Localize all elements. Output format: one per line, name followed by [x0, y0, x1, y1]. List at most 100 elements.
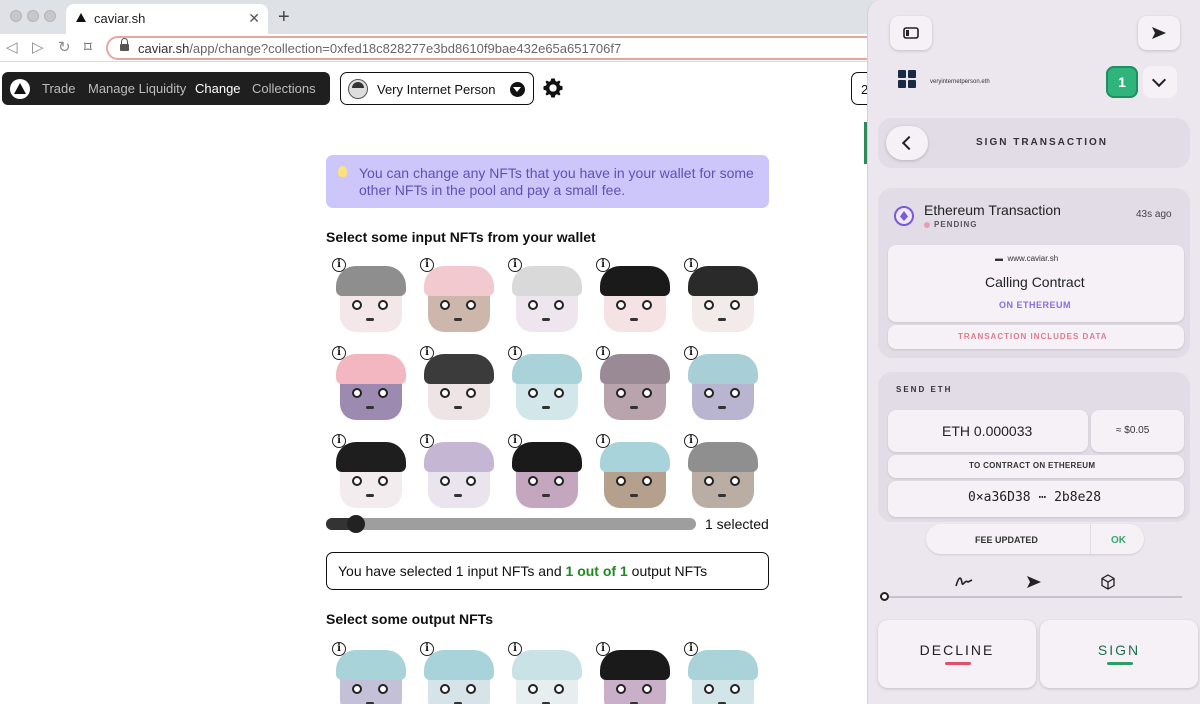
gear-icon[interactable]: [542, 77, 564, 99]
selection-text: You have selected 1 input NFTs and 1 out…: [338, 563, 708, 579]
collection-avatar: [348, 79, 368, 99]
window-close-button[interactable]: [10, 10, 22, 22]
info-icon[interactable]: i: [420, 346, 434, 360]
nft-eye: [730, 684, 740, 694]
output-nft-card[interactable]: i: [508, 642, 584, 704]
input-nft-card[interactable]: i: [508, 434, 584, 514]
input-nft-card[interactable]: i: [420, 434, 496, 514]
info-icon[interactable]: i: [684, 258, 698, 272]
info-icon[interactable]: i: [420, 642, 434, 656]
nft-eye: [554, 300, 564, 310]
sidebar-toggle-button[interactable]: [890, 16, 932, 50]
back-icon[interactable]: ◁: [6, 38, 18, 56]
tx-time: 43s ago: [1136, 209, 1172, 220]
fee-ok-button[interactable]: OK: [1111, 535, 1126, 546]
caviar-logo-icon[interactable]: [10, 79, 30, 99]
nft-mouth: [454, 406, 462, 409]
nft-hair: [512, 354, 582, 384]
output-nft-card[interactable]: i: [420, 642, 496, 704]
info-icon[interactable]: i: [508, 434, 522, 448]
info-icon[interactable]: i: [420, 434, 434, 448]
nav-link-collections[interactable]: Collections: [252, 81, 316, 96]
input-nft-card[interactable]: i: [684, 258, 760, 338]
input-nft-card[interactable]: i: [508, 346, 584, 426]
url-field[interactable]: caviar.sh/app/change?collection=0xfed18c…: [106, 36, 966, 60]
nft-eye: [730, 388, 740, 398]
sign-header-title: SIGN TRANSACTION: [976, 137, 1108, 148]
window-zoom-button[interactable]: [44, 10, 56, 22]
input-nft-card[interactable]: i: [332, 434, 408, 514]
input-nft-card[interactable]: i: [420, 346, 496, 426]
account-name[interactable]: veryinternetperson.eth: [930, 79, 990, 85]
forward-icon[interactable]: ▷: [32, 38, 44, 56]
nft-eye: [352, 684, 362, 694]
info-icon[interactable]: i: [596, 258, 610, 272]
info-icon[interactable]: i: [684, 346, 698, 360]
info-icon[interactable]: i: [332, 642, 346, 656]
info-icon[interactable]: i: [508, 258, 522, 272]
account-dropdown[interactable]: [1143, 66, 1177, 98]
new-tab-icon[interactable]: +: [278, 6, 290, 29]
info-icon[interactable]: i: [332, 258, 346, 272]
output-nft-card[interactable]: i: [596, 642, 672, 704]
nft-eye: [642, 476, 652, 486]
nft-eye: [616, 388, 626, 398]
info-icon[interactable]: i: [596, 642, 610, 656]
info-icon[interactable]: i: [420, 258, 434, 272]
input-nft-card[interactable]: i: [332, 346, 408, 426]
output-nft-card[interactable]: i: [332, 642, 408, 704]
input-nft-card[interactable]: i: [596, 258, 672, 338]
nft-hair: [336, 266, 406, 296]
nft-eye: [440, 300, 450, 310]
info-icon[interactable]: i: [596, 434, 610, 448]
nav-link-change[interactable]: Change: [195, 81, 241, 96]
input-nft-card[interactable]: i: [332, 258, 408, 338]
input-nft-card[interactable]: i: [420, 258, 496, 338]
nft-eye: [466, 388, 476, 398]
browser-tab[interactable]: caviar.sh ✕: [66, 4, 268, 34]
window-minimize-button[interactable]: [27, 10, 39, 22]
nft-mouth: [630, 406, 638, 409]
input-nft-card[interactable]: i: [596, 434, 672, 514]
close-icon[interactable]: ✕: [248, 10, 260, 27]
nft-hair: [336, 354, 406, 384]
selection-slider[interactable]: [326, 515, 696, 533]
nav-link-trade[interactable]: Trade: [42, 81, 75, 96]
nft-hair: [512, 266, 582, 296]
info-icon[interactable]: i: [332, 346, 346, 360]
nft-hair: [600, 442, 670, 472]
sign-button[interactable]: SIGN: [1040, 620, 1198, 688]
collection-select[interactable]: Very Internet Person: [340, 72, 534, 105]
nav-link-manage-liquidity[interactable]: Manage Liquidity: [88, 81, 186, 96]
nft-eye: [642, 300, 652, 310]
nft-hair: [424, 266, 494, 296]
info-icon[interactable]: i: [508, 642, 522, 656]
nft-hair: [512, 650, 582, 680]
back-button[interactable]: [886, 126, 928, 160]
info-icon[interactable]: i: [684, 642, 698, 656]
send-button[interactable]: [1138, 16, 1180, 50]
bookmark-icon[interactable]: ⌑: [84, 38, 92, 56]
input-nft-card[interactable]: i: [596, 346, 672, 426]
app-nav: Trade Manage Liquidity Change Collection…: [2, 72, 330, 105]
nft-mouth: [718, 494, 726, 497]
nft-eye: [730, 300, 740, 310]
info-icon[interactable]: i: [332, 434, 346, 448]
decline-button[interactable]: DECLINE: [878, 620, 1036, 688]
info-icon[interactable]: i: [684, 434, 698, 448]
contract-address[interactable]: 0×a36D38 ⋯ 2b8e28: [968, 490, 1101, 505]
input-nft-card[interactable]: i: [508, 258, 584, 338]
pending-count-badge[interactable]: 1: [1106, 66, 1138, 98]
nft-eye: [554, 388, 564, 398]
input-nft-card[interactable]: i: [684, 346, 760, 426]
nft-eye: [528, 300, 538, 310]
input-nft-card[interactable]: i: [684, 434, 760, 514]
info-icon[interactable]: i: [596, 346, 610, 360]
info-icon[interactable]: i: [508, 346, 522, 360]
nft-eye: [704, 684, 714, 694]
nft-hair: [688, 266, 758, 296]
slider-thumb[interactable]: [347, 515, 365, 533]
output-nft-card[interactable]: i: [684, 642, 760, 704]
nft-eye: [616, 684, 626, 694]
reload-icon[interactable]: ↻: [58, 38, 71, 56]
